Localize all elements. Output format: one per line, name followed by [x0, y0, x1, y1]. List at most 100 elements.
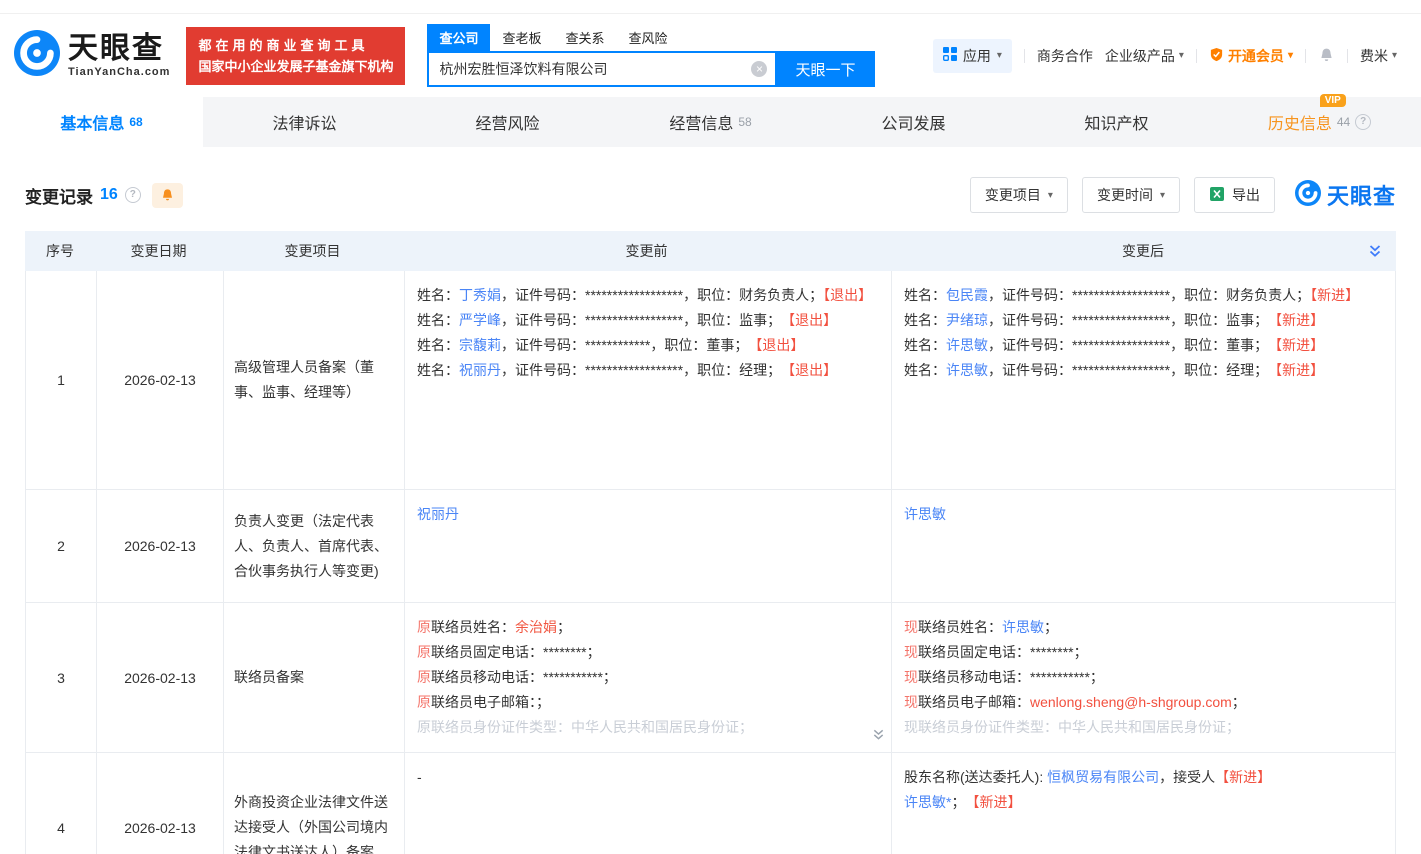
entity-link[interactable]: 许思敏 [904, 506, 946, 522]
search-tab-company[interactable]: 查公司 [427, 24, 490, 51]
cell-line: 姓名：许思敏，证件号码：******************，职位：经理； 【新… [904, 358, 1383, 383]
top-header: 天眼查 TianYanCha.com 都在用的商业查询工具 国家中小企业发展子基… [0, 13, 1421, 97]
nav-user[interactable]: 费米▾ [1360, 46, 1397, 66]
row-after-cell: 现联络员姓名：许思敏；现联络员固定电话：********；现联络员移动电话：**… [891, 603, 1395, 752]
tab-legal-proceedings[interactable]: 法律诉讼 [203, 97, 406, 147]
cell-text: 姓名： [417, 287, 459, 303]
cell-line: 现联络员固定电话：********； [904, 640, 1383, 665]
help-icon[interactable]: ? [125, 187, 141, 203]
changes-table-header: 序号 变更日期 变更项目 变更前 变更后 [25, 231, 1396, 271]
search-button[interactable]: 天眼一下 [775, 51, 875, 87]
divider [1196, 49, 1197, 63]
collapse-all-icon[interactable] [1368, 244, 1382, 261]
cell-text: 【新进】 [1275, 362, 1324, 378]
cell-text: 原 [417, 619, 431, 635]
cell-text: 联络员移动电话：***********； [918, 669, 1104, 685]
entity-link[interactable]: 尹绪琼 [946, 312, 988, 328]
cell-text: 【退出】 [755, 337, 804, 353]
table-row: 32026-02-13联络员备案原联络员姓名：余治娟；原联络员固定电话：****… [25, 603, 1396, 753]
entity-link[interactable]: 许思敏 [1002, 619, 1044, 635]
cell-text: 姓名： [417, 337, 459, 353]
cell-text: ； [1044, 619, 1058, 635]
cell-text: ，证件号码：******************，职位：董事； [988, 337, 1275, 353]
entity-link[interactable]: 严学峰 [459, 312, 501, 328]
cell-text: 姓名： [417, 312, 459, 328]
tab-basic-info[interactable]: 基本信息68 [0, 97, 203, 147]
cell-text: wenlong.sheng@h-shgroup.com [1030, 694, 1232, 710]
nav-open-vip[interactable]: 开通会员 ▾ [1209, 46, 1293, 66]
cell-line: 原联络员固定电话：********； [417, 640, 879, 665]
entity-link[interactable]: 许思敏 [946, 362, 988, 378]
cell-line: 许思敏 [904, 502, 1383, 527]
section-title-group: 变更记录 16 ? [25, 183, 183, 208]
entity-link[interactable]: 包民霞 [946, 287, 988, 303]
cell-line: 原联络员电子邮箱：； [417, 690, 879, 715]
cell-text: 联络员电子邮箱： [918, 694, 1030, 710]
tab-intellectual-property[interactable]: 知识产权 [1015, 97, 1218, 147]
help-icon[interactable]: ? [1355, 114, 1371, 130]
chevron-down-icon: ▾ [1392, 50, 1397, 61]
cell-text: 现联络员身份证件类型：中华人民共和国居民身份证； [904, 719, 1240, 735]
row-change-item: 联络员备案 [223, 603, 404, 752]
table-row: 42026-02-13外商投资企业法律文件送达接受人（外国公司境内法律文书送达人… [25, 753, 1396, 854]
table-row: 22026-02-13负责人变更（法定代表人、负责人、首席代表、合伙事务执行人等… [25, 490, 1396, 603]
expand-more-icon[interactable] [872, 724, 885, 749]
apps-menu[interactable]: 应用 ▾ [933, 39, 1012, 73]
cell-text: ； [1232, 694, 1246, 710]
search-tab-relation[interactable]: 查关系 [553, 24, 616, 51]
col-header-date: 变更日期 [95, 241, 222, 261]
export-button[interactable]: 导出 [1194, 177, 1275, 213]
entity-link[interactable]: 祝丽丹 [459, 362, 501, 378]
cell-text: 现 [904, 644, 918, 660]
slogan-line-1: 都在用的商业查询工具 [198, 35, 393, 56]
cell-line: 现联络员移动电话：***********； [904, 665, 1383, 690]
entity-link[interactable]: 祝丽丹 [417, 506, 459, 522]
table-row: 12026-02-13高级管理人员备案（董事、监事、经理等）姓名：丁秀娟，证件号… [25, 271, 1396, 490]
search-input-wrap: × [427, 51, 775, 87]
cell-text: 股东名称(送达委托人): [904, 769, 1047, 785]
divider [1347, 49, 1348, 63]
entity-link[interactable]: 许思敏 [946, 337, 988, 353]
search-tab-risk[interactable]: 查风险 [617, 24, 680, 51]
cell-text: ； [951, 794, 972, 810]
notification-bell-icon[interactable] [1318, 47, 1335, 64]
row-before-cell: 原联络员姓名：余治娟；原联络员固定电话：********；原联络员移动电话：**… [404, 603, 891, 752]
company-tabbar: 基本信息68 法律诉讼 经营风险 经营信息58 公司发展 知识产权 历史信息VI… [0, 97, 1421, 147]
cell-text: 联络员固定电话：********； [431, 644, 601, 660]
tianyancha-logo[interactable]: 天眼查 TianYanCha.com [14, 30, 170, 81]
entity-link[interactable]: 余治娟 [515, 619, 557, 635]
tab-company-development[interactable]: 公司发展 [812, 97, 1015, 147]
row-seq: 3 [26, 603, 96, 752]
row-after-cell: 姓名：包民霞，证件号码：******************，职位：财务负责人；… [891, 271, 1395, 489]
filter-change-item-dropdown[interactable]: 变更项目▾ [970, 177, 1068, 213]
tab-business-info[interactable]: 经营信息58 [609, 97, 812, 147]
entity-link[interactable]: 许思敏* [904, 794, 951, 810]
entity-link[interactable]: 丁秀娟 [459, 287, 501, 303]
page: 天眼查 TianYanCha.com 都在用的商业查询工具 国家中小企业发展子基… [0, 0, 1421, 854]
search-input[interactable] [429, 53, 775, 85]
tab-operating-risk[interactable]: 经营风险 [406, 97, 609, 147]
cell-text: ，接受人 [1159, 769, 1215, 785]
row-after-cell: 许思敏 [891, 490, 1395, 602]
search-tab-boss[interactable]: 查老板 [490, 24, 553, 51]
entity-link[interactable]: 宗馥莉 [459, 337, 501, 353]
nav-business-cooperation[interactable]: 商务合作 [1037, 46, 1093, 66]
cell-line: 原联络员姓名：余治娟； [417, 615, 879, 640]
monitor-bell-button[interactable] [152, 183, 183, 208]
cell-text: 现 [904, 694, 918, 710]
tianyancha-logo-icon [1295, 180, 1321, 211]
col-header-seq: 序号 [25, 241, 95, 261]
slogan-banner: 都在用的商业查询工具 国家中小企业发展子基金旗下机构 [186, 27, 405, 85]
cell-line: 原联络员移动电话：***********； [417, 665, 879, 690]
cell-line: 现联络员电子邮箱：wenlong.sheng@h-shgroup.com； [904, 690, 1383, 715]
tab-history-info[interactable]: 历史信息VIP 44 ? [1218, 97, 1421, 147]
cell-text: 原 [417, 669, 431, 685]
section-title: 变更记录 [25, 183, 93, 208]
cell-text: ，证件号码：************，职位：董事； [501, 337, 755, 353]
cell-text: 原 [417, 694, 431, 710]
entity-link[interactable]: 恒枫贸易有限公司 [1047, 769, 1159, 785]
filter-change-time-dropdown[interactable]: 变更时间▾ [1082, 177, 1180, 213]
nav-enterprise-products[interactable]: 企业级产品▾ [1105, 46, 1184, 66]
cell-line: 姓名：尹绪琼，证件号码：******************，职位：监事； 【新… [904, 308, 1383, 333]
chevron-down-icon: ▾ [1288, 50, 1293, 61]
